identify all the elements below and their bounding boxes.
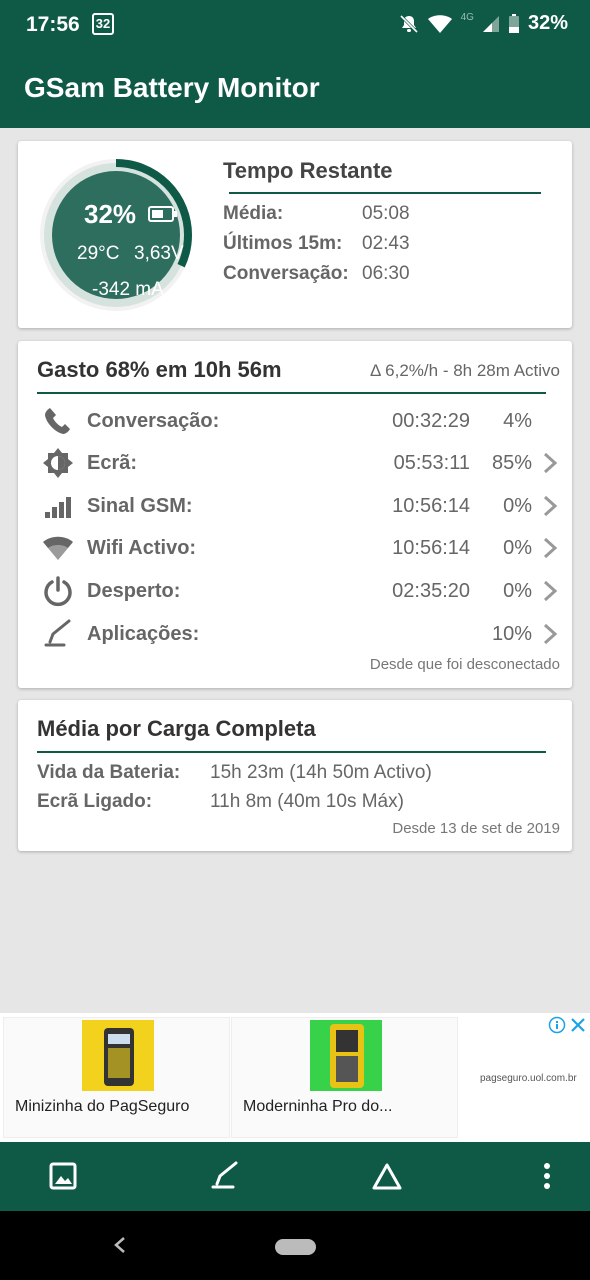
usage-row-gsm[interactable]: Sinal GSM: 10:56:14 0% xyxy=(18,486,572,526)
title-divider xyxy=(37,392,546,394)
gauge-voltage: 3,63V xyxy=(134,243,184,264)
wifi-icon xyxy=(43,536,73,560)
power-icon xyxy=(44,576,72,607)
full-charge-footer: Desde 13 de set de 2019 xyxy=(392,820,560,837)
usage-row-apps[interactable]: Aplicações: 10% xyxy=(18,614,572,654)
chevron-right-icon xyxy=(543,495,558,517)
usage-percent: 85% xyxy=(491,452,532,474)
bottom-action-bar xyxy=(0,1142,590,1211)
ad-product-image xyxy=(310,1020,382,1091)
usage-rate: Δ 6,2%/h - 8h 28m Activo xyxy=(370,361,560,380)
more-vert-icon[interactable] xyxy=(531,1160,563,1192)
usage-percent: 4% xyxy=(503,410,532,432)
usage-percent: 0% xyxy=(503,495,532,517)
time-remaining-value: 02:43 xyxy=(362,233,410,254)
full-charge-value: 11h 8m (40m 10s Máx) xyxy=(210,791,404,812)
app-title: GSam Battery Monitor xyxy=(24,72,320,103)
usage-card: Gasto 68% em 10h 56m Δ 6,2%/h - 8h 28m A… xyxy=(18,341,572,688)
image-icon[interactable] xyxy=(47,1160,79,1192)
ad-text: Moderninha Pro do... xyxy=(243,1098,393,1115)
app-bar: GSam Battery Monitor xyxy=(0,50,590,128)
brightness-icon xyxy=(43,448,73,478)
usage-time: 10:56:14 xyxy=(392,537,470,559)
notification-badge: 32 xyxy=(92,13,114,35)
usage-time: 02:35:20 xyxy=(392,580,470,602)
ad-item[interactable]: Minizinha do PagSeguro xyxy=(3,1017,230,1138)
info-icon[interactable] xyxy=(548,1016,566,1034)
usage-label: Conversação: xyxy=(87,410,220,432)
usage-percent: 0% xyxy=(503,537,532,559)
status-time: 17:56 xyxy=(26,13,80,36)
apps-icon xyxy=(44,619,71,647)
usage-label: Wifi Activo: xyxy=(87,537,197,559)
usage-row-wifi[interactable]: Wifi Activo: 10:56:14 0% xyxy=(18,528,572,568)
time-remaining-label: Conversação: xyxy=(223,263,349,284)
back-icon[interactable] xyxy=(110,1233,130,1257)
battery-icon xyxy=(508,13,519,33)
time-remaining-value: 05:08 xyxy=(362,203,410,224)
usage-time: 05:53:11 xyxy=(393,452,470,474)
status-bar: 17:56 32 4G 32% xyxy=(0,0,590,50)
triangle-icon[interactable] xyxy=(371,1160,403,1192)
time-remaining-label: Últimos 15m: xyxy=(223,233,343,254)
time-remaining-title: Tempo Restante xyxy=(223,158,393,183)
gauge-temperature: 29°C xyxy=(77,243,120,264)
apps-icon[interactable] xyxy=(209,1160,241,1192)
full-charge-label: Vida da Bateria: xyxy=(37,762,181,783)
usage-row-call[interactable]: Conversação: 00:32:29 4% xyxy=(18,401,572,441)
chevron-right-icon xyxy=(543,623,558,645)
usage-title: Gasto 68% em 10h 56m xyxy=(37,357,282,382)
gauge-percent: 32% xyxy=(84,199,137,229)
usage-time: 00:32:29 xyxy=(392,410,470,432)
ad-item[interactable]: Moderninha Pro do... xyxy=(231,1017,458,1138)
usage-label: Ecrã: xyxy=(87,452,138,474)
wifi-icon xyxy=(427,14,452,33)
ad-product-image xyxy=(82,1020,154,1091)
usage-footer: Desde que foi desconectado xyxy=(369,656,560,673)
system-nav-bar xyxy=(0,1211,590,1280)
chevron-right-icon xyxy=(543,452,558,474)
ad-banner[interactable]: Minizinha do PagSeguro Moderninha Pro do… xyxy=(0,1013,590,1142)
title-divider xyxy=(229,192,541,194)
usage-label: Aplicações: xyxy=(87,623,200,645)
time-remaining-value: 06:30 xyxy=(362,263,410,284)
status-icons: 4G 32% xyxy=(399,12,568,35)
usage-label: Sinal GSM: xyxy=(87,495,193,517)
ad-text: Minizinha do PagSeguro xyxy=(15,1098,190,1115)
title-divider xyxy=(37,751,546,753)
home-pill[interactable] xyxy=(275,1239,316,1255)
battery-gauge[interactable]: 32% 29°C 3,63V -342 mA xyxy=(36,155,196,315)
usage-row-awake[interactable]: Desperto: 02:35:20 0% xyxy=(18,571,572,611)
full-charge-value: 15h 23m (14h 50m Activo) xyxy=(210,762,432,783)
mute-icon xyxy=(399,14,418,33)
usage-percent: 10% xyxy=(491,623,532,645)
full-charge-label: Ecrã Ligado: xyxy=(37,791,153,812)
phone-icon xyxy=(45,408,70,434)
status-battery-percent: 32% xyxy=(527,12,568,34)
chevron-right-icon xyxy=(543,537,558,559)
ad-domain[interactable]: pagseguro.uol.com.br xyxy=(480,1073,577,1084)
usage-label: Desperto: xyxy=(87,580,181,602)
network-type: 4G xyxy=(460,12,474,23)
time-remaining-label: Média: xyxy=(223,203,284,224)
chevron-right-icon xyxy=(543,580,558,602)
full-charge-title: Média por Carga Completa xyxy=(37,716,316,741)
signal-icon xyxy=(482,15,499,32)
full-charge-card: Média por Carga Completa Vida da Bateria… xyxy=(18,700,572,851)
usage-time: 10:56:14 xyxy=(392,495,470,517)
battery-icon xyxy=(148,206,177,222)
usage-row-screen[interactable]: Ecrã: 05:53:11 85% xyxy=(18,443,572,483)
battery-summary-card[interactable]: 32% 29°C 3,63V -342 mA Tempo Restante Mé… xyxy=(18,141,572,328)
signal-bars-icon xyxy=(45,497,71,518)
close-icon[interactable] xyxy=(568,1015,588,1035)
usage-percent: 0% xyxy=(503,580,532,602)
gauge-current: -342 mA xyxy=(92,279,164,300)
